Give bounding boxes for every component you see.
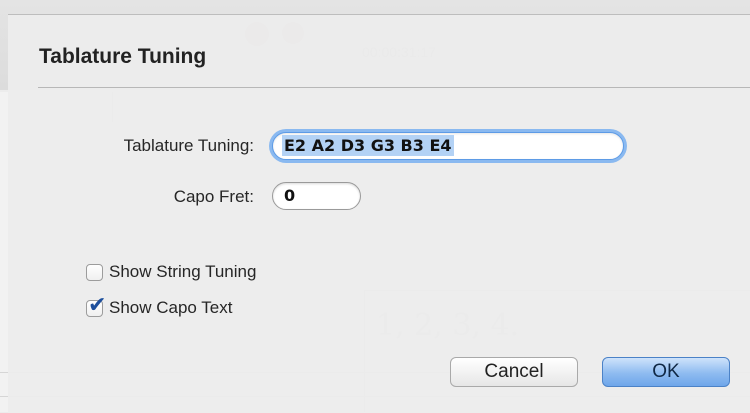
show-capo-text-row[interactable]: ✔ Show Capo Text [86,293,233,319]
tuning-label: Tablature Tuning: [123,136,254,155]
title-separator [38,87,750,88]
show-capo-text-label: Show Capo Text [109,298,233,317]
capo-fret-value: 0 [284,186,296,205]
checkmark-icon: ✔ [88,291,107,317]
show-string-tuning-label: Show String Tuning [109,262,257,281]
tablature-tuning-dialog: Tablature Tuning Tablature Tuning: E2 A2… [8,14,750,413]
capo-fret-label: Capo Fret: [173,187,254,206]
dialog-title: Tablature Tuning [39,45,207,68]
show-string-tuning-row[interactable]: Show String Tuning [86,261,256,283]
capo-fret-input[interactable]: 0 [272,182,361,210]
cancel-button[interactable]: Cancel [450,357,578,387]
show-capo-text-checkbox[interactable]: ✔ [86,293,106,317]
show-string-tuning-checkbox[interactable] [86,263,103,281]
ok-button[interactable]: OK [602,357,730,387]
tuning-input[interactable]: E2 A2 D3 G3 B3 E4 [272,132,624,160]
tuning-input-value: E2 A2 D3 G3 B3 E4 [282,135,454,156]
